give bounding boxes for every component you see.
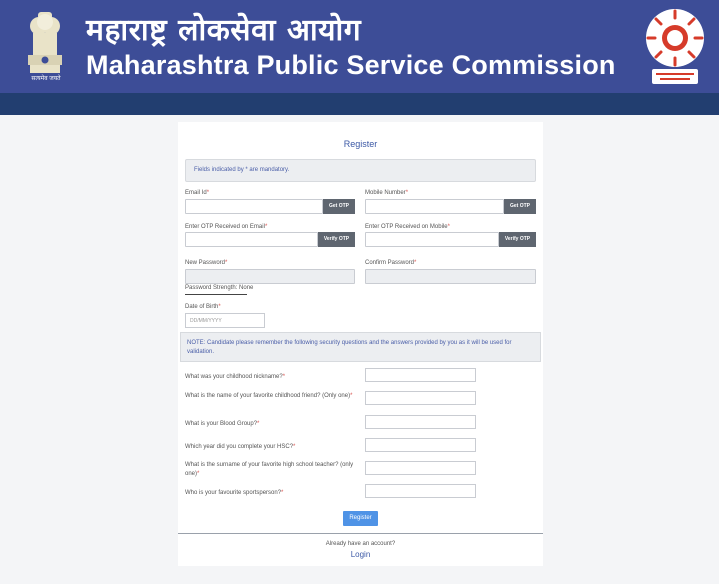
email-get-otp-button[interactable]: Get OTP — [323, 199, 355, 214]
login-link[interactable]: Login — [178, 550, 543, 559]
mandatory-note: Fields indicated by * are mandatory. — [185, 159, 536, 182]
title-hindi: महाराष्ट्र लोकसेवा आयोग — [86, 13, 362, 48]
question-label: What was your childhood nickname?* — [185, 374, 286, 380]
answer-input-teacher[interactable] — [365, 461, 476, 475]
email-otp-label: Enter OTP Received on Email* — [185, 224, 268, 230]
answer-input-hsc-year[interactable] — [365, 438, 476, 452]
page-title: Register — [343, 139, 378, 149]
new-password-input[interactable] — [185, 269, 355, 284]
confirm-password-label: Confirm Password* — [365, 260, 417, 266]
mobile-verify-otp-button[interactable]: Verify OTP — [499, 232, 536, 247]
answer-input-sportsperson[interactable] — [365, 484, 476, 498]
mobile-otp-input[interactable] — [365, 232, 499, 247]
divider — [178, 533, 543, 534]
email-label: Email Id* — [185, 190, 210, 196]
answer-input-friend[interactable] — [365, 391, 476, 405]
security-note: NOTE: Candidate please remember the foll… — [180, 332, 541, 362]
header-strip — [0, 93, 719, 115]
register-button[interactable]: Register — [343, 511, 378, 526]
site-header: सत्यमेव जयते महाराष्ट्र लोकसेवा आयोग Mah… — [0, 0, 719, 93]
mobile-label: Mobile Number* — [365, 190, 409, 196]
question-label: Who is your favourite sportsperson?* — [185, 490, 284, 496]
password-strength-text: Password Strength: None — [185, 285, 254, 291]
register-card: Register Fields indicated by * are manda… — [178, 122, 543, 566]
emblem-caption: सत्यमेव जयते — [31, 76, 61, 82]
mobile-get-otp-button[interactable]: Get OTP — [504, 199, 536, 214]
email-otp-input[interactable] — [185, 232, 318, 247]
question-label: What is the surname of your favorite hig… — [185, 462, 354, 477]
mpsc-seal-icon — [646, 9, 704, 84]
password-strength-bar — [185, 294, 247, 295]
title-english: Maharashtra Public Service Commission — [86, 50, 616, 80]
confirm-password-input[interactable] — [365, 269, 536, 284]
account-prompt: Already have an account? — [325, 541, 396, 547]
question-label: Which year did you complete your HSC?* — [185, 444, 296, 450]
answer-input-nickname[interactable] — [365, 368, 476, 382]
mobile-input[interactable] — [365, 199, 504, 214]
dob-input[interactable]: DD/MM/YYYY — [185, 313, 265, 328]
answer-input-blood-group[interactable] — [365, 415, 476, 429]
email-input[interactable] — [185, 199, 323, 214]
new-password-label: New Password* — [185, 260, 228, 266]
dob-label: Date of Birth* — [185, 304, 221, 310]
question-label: What is the name of your favorite childh… — [185, 393, 353, 399]
mobile-otp-label: Enter OTP Received on Mobile* — [365, 224, 450, 230]
email-verify-otp-button[interactable]: Verify OTP — [318, 232, 355, 247]
question-label: What is your Blood Group?* — [185, 421, 260, 427]
